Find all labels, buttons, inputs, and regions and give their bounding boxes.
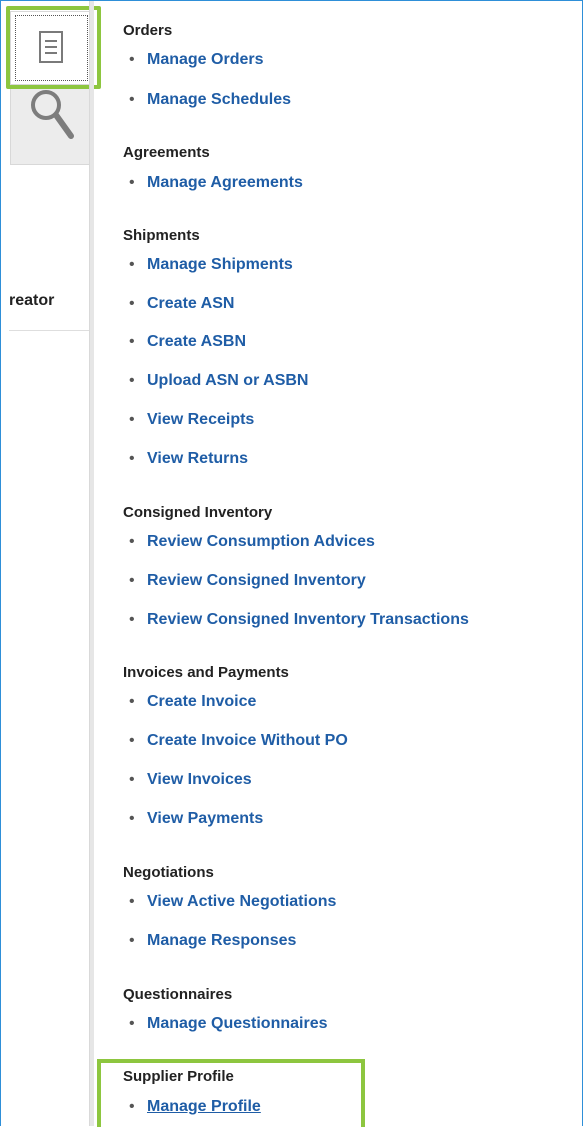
- section-heading-invoices-and-payments: Invoices and Payments: [123, 664, 289, 681]
- bullet: •: [129, 174, 135, 191]
- tab-search[interactable]: [11, 84, 90, 165]
- side-label: reator: [9, 292, 55, 309]
- left-tab-column: reator: [1, 1, 101, 1126]
- bullet: •: [129, 732, 135, 749]
- link-manage-questionnaires[interactable]: • Manage Questionnaires: [129, 1015, 328, 1033]
- link-manage-responses[interactable]: • Manage Responses: [129, 932, 296, 950]
- search-icon: [31, 90, 74, 139]
- link-manage-orders[interactable]: • Manage Orders: [129, 51, 263, 69]
- bullet: •: [129, 295, 135, 312]
- link-create-invoice[interactable]: • Create Invoice: [129, 693, 256, 711]
- link-manage-shipments[interactable]: • Manage Shipments: [129, 256, 293, 274]
- section-heading-shipments: Shipments: [123, 227, 200, 244]
- bullet: •: [129, 932, 135, 949]
- panel-splitter[interactable]: [89, 1, 94, 1126]
- link-create-invoice-without-po[interactable]: • Create Invoice Without PO: [129, 732, 348, 750]
- section-heading-negotiations: Negotiations: [123, 864, 214, 881]
- bullet: •: [129, 1015, 135, 1032]
- bullet: •: [129, 611, 135, 628]
- link-create-asn[interactable]: • Create ASN: [129, 295, 234, 313]
- link-review-consigned-inventory-transactions[interactable]: • Review Consigned Inventory Transactions: [129, 611, 469, 629]
- link-view-payments[interactable]: • View Payments: [129, 810, 263, 828]
- section-heading-questionnaires: Questionnaires: [123, 986, 233, 1003]
- bullet: •: [129, 533, 135, 550]
- section-heading-consigned-inventory: Consigned Inventory: [123, 504, 273, 521]
- tasks-panel: reator Orders • Manage Orders • Manage Sch…: [0, 0, 583, 1127]
- bullet: •: [129, 810, 135, 827]
- link-manage-schedules[interactable]: • Manage Schedules: [129, 91, 291, 109]
- bullet: •: [129, 256, 135, 273]
- link-review-consigned-inventory[interactable]: • Review Consigned Inventory: [129, 572, 366, 590]
- link-review-consumption-advices[interactable]: • Review Consumption Advices: [129, 533, 375, 551]
- bullet: •: [129, 771, 135, 788]
- bullet: •: [129, 333, 135, 350]
- bullet: •: [129, 693, 135, 710]
- bullet: •: [129, 450, 135, 467]
- section-heading-agreements: Agreements: [123, 144, 210, 161]
- bullet: •: [129, 411, 135, 428]
- bullet: •: [129, 372, 135, 389]
- bullet: •: [129, 893, 135, 910]
- bullet: •: [129, 51, 135, 68]
- link-manage-agreements[interactable]: • Manage Agreements: [129, 174, 303, 192]
- side-divider: [9, 330, 89, 331]
- link-view-invoices[interactable]: • View Invoices: [129, 771, 252, 789]
- section-heading-orders: Orders: [123, 22, 173, 39]
- tasks-tab-highlight: [6, 6, 101, 89]
- link-view-returns[interactable]: • View Returns: [129, 450, 248, 468]
- bullet: •: [129, 91, 135, 108]
- link-view-receipts[interactable]: • View Receipts: [129, 411, 254, 429]
- bullet: •: [129, 572, 135, 589]
- manage-profile-highlight: [97, 1059, 365, 1127]
- link-view-active-negotiations[interactable]: • View Active Negotiations: [129, 893, 336, 911]
- link-upload-asn-or-asbn[interactable]: • Upload ASN or ASBN: [129, 372, 308, 390]
- link-create-asbn[interactable]: • Create ASBN: [129, 333, 246, 351]
